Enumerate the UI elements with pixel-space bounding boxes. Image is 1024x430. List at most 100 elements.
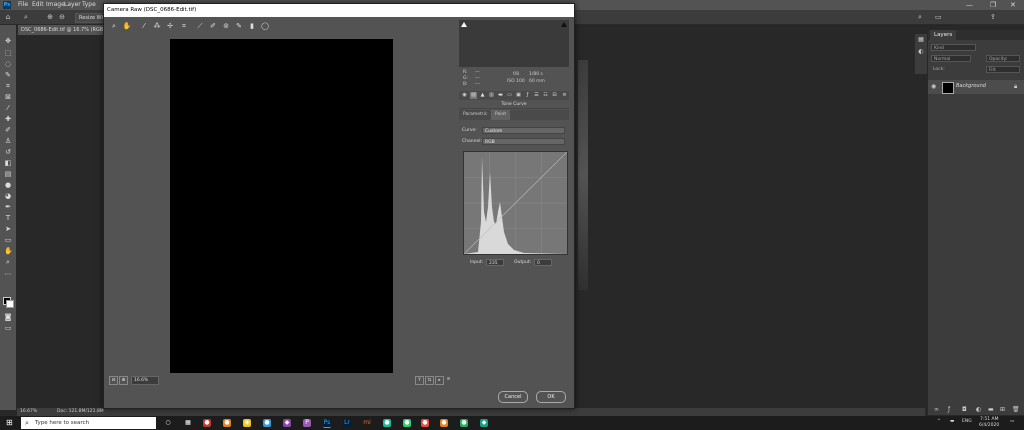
lens-tab-icon[interactable]: ▭ xyxy=(506,92,513,99)
curve-select[interactable]: Custom xyxy=(482,127,565,134)
clock-date[interactable]: 6/4/2020 xyxy=(979,423,999,428)
hand-tool-icon[interactable]: ✋ xyxy=(122,21,132,31)
input-field[interactable]: 235 xyxy=(486,259,504,266)
channel-select[interactable]: RGB xyxy=(482,138,565,145)
dodge-tool-icon[interactable]: ◕ xyxy=(4,192,12,200)
background-color-swatch[interactable] xyxy=(6,300,14,308)
straighten-icon[interactable]: ⟋ xyxy=(195,21,205,31)
opacity-field[interactable]: Opacity: xyxy=(986,55,1020,62)
brush-tool-icon[interactable]: ✐ xyxy=(4,126,12,134)
tiles-icon[interactable]: ▦ xyxy=(184,419,192,427)
app-icon-4[interactable]: ● xyxy=(263,419,271,427)
zoom-out-button[interactable]: ⊟ xyxy=(109,376,118,385)
zoom-in-button[interactable]: ⊞ xyxy=(119,376,128,385)
menu-file[interactable]: File xyxy=(18,1,28,8)
eraser-tool-icon[interactable]: ◧ xyxy=(4,159,12,167)
layer-filter-kind[interactable]: Kind xyxy=(931,44,976,51)
copy-settings-icon[interactable]: ▸ xyxy=(435,376,444,385)
home-icon[interactable]: ⌂ xyxy=(4,13,12,21)
app-icon-1[interactable]: ● xyxy=(203,419,211,427)
lightroom-icon[interactable]: Lr xyxy=(343,419,351,427)
zoom-tool-icon[interactable]: ⌕ xyxy=(22,13,30,21)
eyedropper-tool-icon[interactable]: ⁄ xyxy=(4,104,12,112)
calibration-tab-icon[interactable]: ☰ xyxy=(533,92,540,99)
visibility-eye-icon[interactable]: ◉ xyxy=(931,83,936,90)
frame-tool-icon[interactable]: ⊠ xyxy=(4,93,12,101)
red-eye-icon[interactable]: ⊚ xyxy=(221,21,231,31)
spot-removal-icon[interactable]: ✐ xyxy=(208,21,218,31)
clock-time[interactable]: 7:51 AM xyxy=(980,417,999,422)
healing-brush-icon[interactable]: ✚ xyxy=(4,115,12,123)
tab-layers[interactable]: Layers xyxy=(930,30,957,40)
adjustment-brush-icon[interactable]: ✎ xyxy=(234,21,244,31)
edit-toolbar-icon[interactable]: ⋯ xyxy=(4,270,12,278)
trash-icon[interactable]: 🗑︎ xyxy=(1012,406,1020,413)
type-tool-icon[interactable]: T xyxy=(4,214,12,222)
detail-tab-icon[interactable]: ▲ xyxy=(479,92,486,99)
tab-point[interactable]: Point xyxy=(491,110,511,120)
zoom-in-icon[interactable]: ⊕ xyxy=(46,13,54,21)
history-brush-icon[interactable]: ↺ xyxy=(4,148,12,156)
shadow-clipping-icon[interactable] xyxy=(461,22,467,27)
pen-tool-icon[interactable]: ✒ xyxy=(4,203,12,211)
network-icon[interactable]: ▬ xyxy=(950,419,954,424)
zoom-out-icon[interactable]: ⊖ xyxy=(58,13,66,21)
link-layers-icon[interactable]: ∞ xyxy=(934,406,939,413)
camera-raw-preview-image[interactable] xyxy=(170,39,393,373)
app-icon-12[interactable]: ● xyxy=(440,419,448,427)
layer-name[interactable]: Background xyxy=(956,83,986,89)
hand-tool-icon[interactable]: ✋ xyxy=(4,247,13,255)
snapshots-tab-icon[interactable]: ⊟ xyxy=(551,92,558,99)
minimize-icon[interactable]: — xyxy=(966,1,973,9)
transform-tab-icon[interactable]: ▣ xyxy=(515,92,522,99)
menu-layer[interactable]: Layer xyxy=(64,1,81,8)
close-icon[interactable]: ✕ xyxy=(1010,1,1016,9)
adjustments-icon[interactable]: ◐ xyxy=(917,48,925,56)
lock-icon[interactable]: 🔒︎ xyxy=(1014,83,1017,91)
search-icon[interactable]: ⌕ xyxy=(918,13,922,22)
before-after-y-icon[interactable]: Y xyxy=(415,376,424,385)
cancel-button[interactable]: Cancel xyxy=(498,391,528,403)
white-balance-icon[interactable]: ⁄ xyxy=(139,21,149,31)
libraries-icon[interactable]: ▦ xyxy=(917,36,925,44)
layer-row-background[interactable]: ◉ Background 🔒︎ xyxy=(928,80,1024,94)
blur-tool-icon[interactable]: ● xyxy=(4,181,12,189)
new-layer-icon[interactable]: ⊞ xyxy=(1000,406,1005,413)
fill-field[interactable]: Fill: xyxy=(986,66,1020,73)
share-icon[interactable]: ⇪ xyxy=(990,13,996,21)
clone-stamp-icon[interactable]: ♙ xyxy=(4,137,12,145)
screen-mode-icon[interactable]: ▭ xyxy=(4,324,12,332)
photoshop-taskbar-icon[interactable]: Ps xyxy=(323,419,331,428)
color-sampler-icon[interactable]: ⁂ xyxy=(152,21,162,31)
hsl-tab-icon[interactable]: ▥ xyxy=(488,92,495,99)
tone-curve-graph[interactable] xyxy=(463,151,568,255)
ok-button[interactable]: OK xyxy=(536,391,566,403)
app-icon-9[interactable]: ● xyxy=(383,419,391,427)
windows-start-icon[interactable]: ⊞ xyxy=(6,419,13,427)
menu-edit[interactable]: Edit xyxy=(32,1,44,8)
zoom-level-select[interactable]: 16.6% xyxy=(131,376,159,385)
zoom-tool-icon[interactable]: ⌕ xyxy=(109,21,119,31)
output-field[interactable]: 0 xyxy=(534,259,552,266)
radial-filter-icon[interactable]: ◯ xyxy=(260,21,270,31)
zoom-tool-icon[interactable]: ⌕ xyxy=(4,258,12,266)
quick-select-tool-icon[interactable]: ✎ xyxy=(4,71,12,79)
tray-chevron-icon[interactable]: ^ xyxy=(937,419,941,424)
panel-menu-icon[interactable]: ≡ xyxy=(561,92,568,99)
highlight-clipping-icon[interactable] xyxy=(561,22,567,27)
status-zoom[interactable]: 16.67% xyxy=(20,408,37,416)
app-icon-13[interactable]: ● xyxy=(460,419,468,427)
split-toning-tab-icon[interactable]: ▬ xyxy=(497,92,504,99)
marquee-tool-icon[interactable]: ⬚ xyxy=(4,49,12,57)
tone-curve-tab-icon[interactable]: ▨ xyxy=(470,92,477,99)
firefox-icon[interactable]: ● xyxy=(421,419,429,427)
fx-icon[interactable]: ƒ xyxy=(948,406,950,413)
rectangle-tool-icon[interactable]: ▭ xyxy=(4,236,12,244)
adjustment-layer-icon[interactable]: ◐ xyxy=(976,406,981,413)
restore-icon[interactable]: ❐ xyxy=(990,1,996,9)
quick-mask-icon[interactable]: ◙ xyxy=(4,313,12,321)
preview-settings-icon[interactable]: ≡ xyxy=(445,376,452,383)
basic-tab-icon[interactable]: ◉ xyxy=(461,92,468,99)
blend-mode-select[interactable]: Normal xyxy=(931,55,971,62)
graduated-filter-icon[interactable]: ▮ xyxy=(247,21,257,31)
